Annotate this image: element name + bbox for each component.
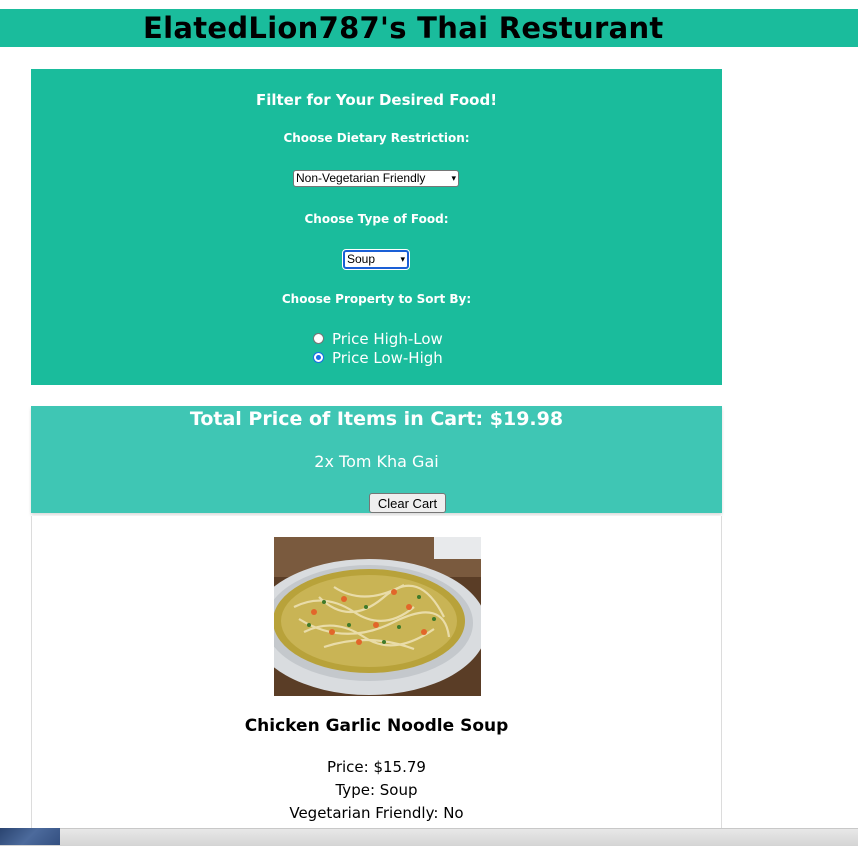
- header-bar: ElatedLion787's Thai Resturant: [0, 9, 858, 47]
- food-price: Price: $15.79: [327, 758, 426, 776]
- food-type: Type: Soup: [335, 781, 418, 799]
- chevron-down-icon: ▾: [451, 173, 456, 183]
- filter-panel: Filter for Your Desired Food! Choose Die…: [31, 69, 722, 385]
- type-label: Choose Type of Food:: [304, 212, 449, 226]
- diet-select-value: Non-Vegetarian Friendly: [296, 171, 426, 185]
- food-image[interactable]: [274, 537, 481, 696]
- soup-bowl-image: [274, 537, 481, 696]
- food-card: Chicken Garlic Noodle Soup Price: $15.79…: [31, 516, 722, 846]
- food-veg: Vegetarian Friendly: No: [289, 804, 464, 822]
- sort-option-low-high[interactable]: Price Low-High: [313, 348, 443, 367]
- filter-title: Filter for Your Desired Food!: [255, 91, 498, 109]
- diet-label: Choose Dietary Restriction:: [283, 131, 470, 145]
- cart-panel: Total Price of Items in Cart: $19.98 2x …: [31, 406, 722, 513]
- type-select-value: Soup: [347, 252, 376, 266]
- page-title: ElatedLion787's Thai Resturant: [143, 11, 664, 45]
- diet-select[interactable]: Non-Vegetarian Friendly ▾: [293, 170, 459, 187]
- radio-high-low[interactable]: [313, 333, 324, 344]
- cart-item: 2x Tom Kha Gai: [314, 452, 439, 471]
- sort-label: Choose Property to Sort By:: [281, 292, 472, 306]
- bottom-bar: [0, 828, 858, 846]
- cart-total: Total Price of Items in Cart: $19.98: [189, 408, 564, 430]
- bottom-corner: [0, 828, 60, 845]
- sort-option-high-low[interactable]: Price High-Low: [313, 329, 443, 348]
- sort-option-label: Price High-Low: [332, 329, 443, 348]
- type-select[interactable]: Soup ▾: [342, 249, 410, 270]
- chevron-down-icon: ▾: [400, 254, 405, 264]
- food-name: Chicken Garlic Noodle Soup: [244, 716, 509, 736]
- sort-option-label: Price Low-High: [332, 348, 443, 367]
- clear-cart-button[interactable]: Clear Cart: [369, 493, 446, 513]
- radio-low-high[interactable]: [313, 352, 324, 363]
- top-strip: [0, 0, 858, 9]
